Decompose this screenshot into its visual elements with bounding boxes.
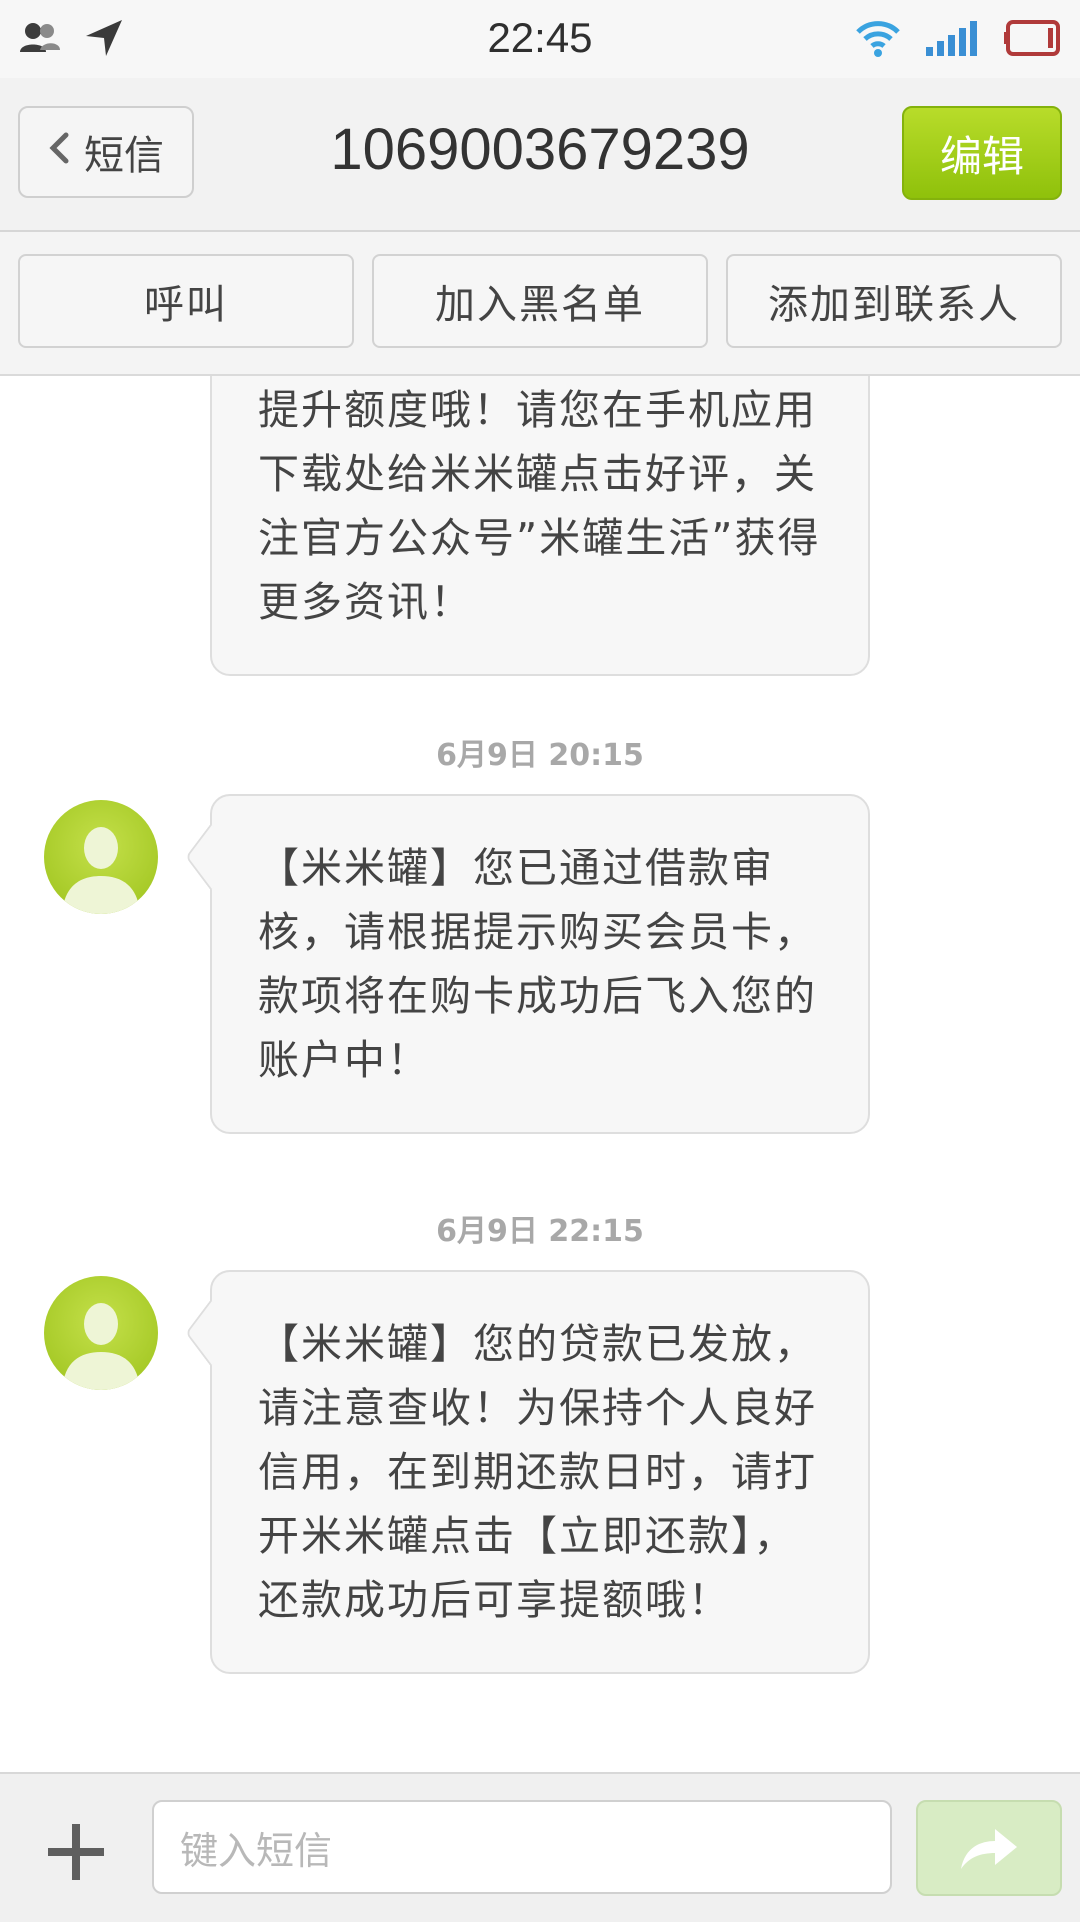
call-button[interactable]: 呼叫 xyxy=(18,254,354,348)
back-button[interactable]: 短信 xyxy=(18,106,194,198)
message-bubble[interactable]: 提升额度哦！请您在手机应用下载处给米米罐点击好评，关注官方公众号”米罐生活”获得… xyxy=(210,376,870,676)
message-text: 【米米罐】您已通过借款审核，请根据提示购买会员卡，款项将在购卡成功后飞入您的账户… xyxy=(258,844,817,1084)
status-bar: 22:45 xyxy=(0,0,1080,78)
message-input-placeholder: 键入短信 xyxy=(180,1828,333,1873)
message-timestamp: 6月9日 22:15 xyxy=(436,1214,644,1249)
message-text: 【米米罐】您的贷款已发放，请注意查收！为保持个人良好信用，在到期还款日时，请打开… xyxy=(258,1320,817,1624)
conversation-title: 1069003679239 xyxy=(330,117,750,182)
edit-button[interactable]: 编辑 xyxy=(902,106,1062,200)
attach-button[interactable] xyxy=(40,1816,112,1888)
battery-icon xyxy=(1004,19,1062,61)
message-text: 提升额度哦！请您在手机应用下载处给米米罐点击好评，关注官方公众号”米罐生活”获得… xyxy=(258,386,821,626)
compose-bar: 键入短信 xyxy=(0,1772,1080,1922)
blacklist-button[interactable]: 加入黑名单 xyxy=(372,254,708,348)
avatar[interactable] xyxy=(44,1276,158,1390)
chevron-left-icon xyxy=(48,129,70,175)
person-icon xyxy=(62,827,140,914)
avatar[interactable] xyxy=(44,800,158,914)
message-timestamp: 6月9日 20:15 xyxy=(436,738,644,773)
send-arrow-icon xyxy=(961,1829,1017,1869)
bubble-tail xyxy=(185,823,237,891)
status-right-icons xyxy=(854,18,1062,62)
signal-icon xyxy=(924,19,982,61)
conversation-header: 短信 1069003679239 编辑 xyxy=(0,78,1080,232)
person-icon xyxy=(62,1303,140,1390)
wifi-icon xyxy=(854,18,902,62)
message-input[interactable]: 键入短信 xyxy=(152,1800,892,1894)
message-bubble[interactable]: 【米米罐】您已通过借款审核，请根据提示购买会员卡，款项将在购卡成功后飞入您的账户… xyxy=(185,794,870,1134)
send-button[interactable] xyxy=(916,1800,1062,1896)
message-bubble[interactable]: 【米米罐】您的贷款已发放，请注意查收！为保持个人良好信用，在到期还款日时，请打开… xyxy=(185,1270,870,1674)
add-contact-button[interactable]: 添加到联系人 xyxy=(726,254,1062,348)
plus-icon xyxy=(48,1824,104,1880)
bubble-tail xyxy=(185,1299,237,1367)
message-list[interactable]: 提升额度哦！请您在手机应用下载处给米米罐点击好评，关注官方公众号”米罐生活”获得… xyxy=(0,376,1080,1772)
back-button-label: 短信 xyxy=(84,133,164,179)
action-bar: 呼叫 加入黑名单 添加到联系人 xyxy=(0,232,1080,376)
